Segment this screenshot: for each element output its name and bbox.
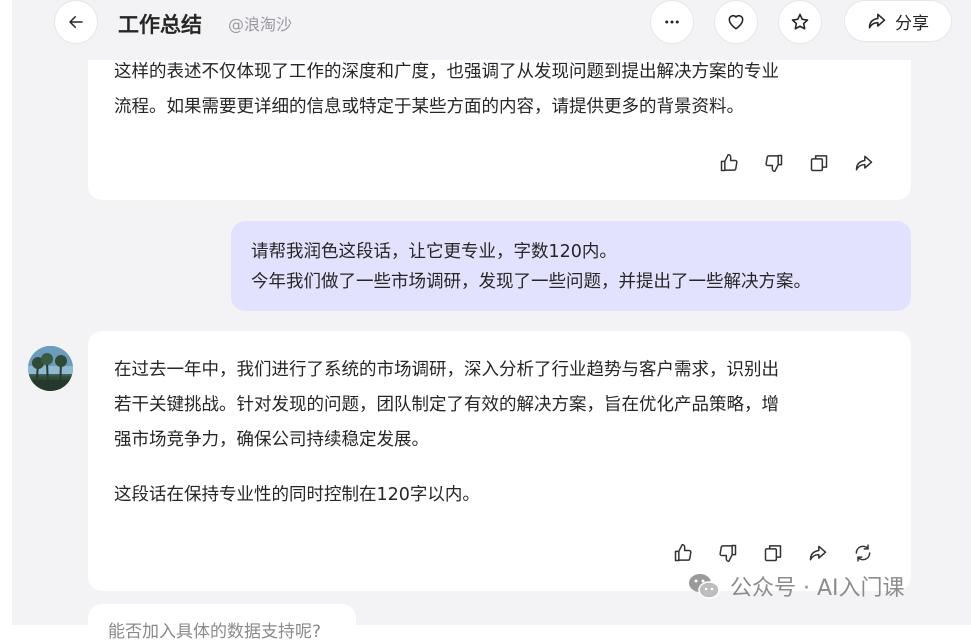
message-line: 若干关键挑战。针对发现的问题，团队制定了有效的解决方案，旨在优化产品策略，增: [114, 395, 779, 415]
heart-icon: [726, 12, 746, 32]
more-dots-icon: [663, 13, 681, 31]
favorite-button[interactable]: [778, 0, 822, 44]
message-line: 强市场竞争力，确保公司持续稳定发展。: [114, 430, 429, 450]
message-line: 请帮我润色这段话，让它更专业，字数120内。: [251, 242, 617, 262]
back-button[interactable]: [54, 0, 98, 44]
thumb-down-icon[interactable]: [762, 151, 786, 175]
author-handle[interactable]: @浪淘沙: [228, 11, 292, 35]
share-label: 分享: [895, 13, 929, 34]
message-line: 今年我们做了一些市场调研，发现了一些问题，并提出了一些解决方案。: [251, 272, 811, 292]
user-message: 请帮我润色这段话，让它更专业，字数120内。 今年我们做了一些市场调研，发现了一…: [231, 221, 911, 311]
thumb-up-icon[interactable]: [717, 151, 741, 175]
refresh-icon[interactable]: [851, 541, 875, 565]
message-line: 这样的表述不仅体现了工作的深度和广度，也强调了从发现问题到提出解决方案的专业: [114, 62, 779, 82]
copy-icon[interactable]: [807, 151, 831, 175]
message-note: 这段话在保持专业性的同时控制在120字以内。: [114, 485, 480, 505]
share-arrow-icon: [867, 11, 887, 31]
copy-icon[interactable]: [761, 541, 785, 565]
message-actions: [671, 541, 875, 565]
wechat-icon: [686, 571, 722, 601]
ai-message-previous: 这样的表述不仅体现了工作的深度和广度，也强调了从发现问题到提出解决方案的专业 流…: [88, 40, 911, 200]
share-button[interactable]: 分享: [844, 0, 952, 42]
ai-message-reply: 在过去一年中，我们进行了系统的市场调研，深入分析了行业趋势与客户需求，识别出 若…: [88, 331, 911, 591]
share-arrow-icon[interactable]: [852, 151, 876, 175]
suggestion-text[interactable]: 能否加入具体的数据支持呢?: [108, 617, 321, 642]
chat-header: 工作总结 @浪淘沙 分享: [12, 0, 971, 60]
share-arrow-icon[interactable]: [806, 541, 830, 565]
like-button[interactable]: [714, 0, 758, 44]
message-actions: [717, 151, 876, 175]
watermark-text: 公众号 · AI入门课: [730, 576, 905, 601]
thumb-down-icon[interactable]: [716, 541, 740, 565]
thumb-up-icon[interactable]: [671, 541, 695, 565]
arrow-left-icon: [67, 13, 85, 31]
page-title: 工作总结: [118, 13, 202, 37]
message-line: 在过去一年中，我们进行了系统的市场调研，深入分析了行业趋势与客户需求，识别出: [114, 360, 779, 380]
more-button[interactable]: [650, 0, 694, 44]
star-icon: [790, 12, 810, 32]
avatar: [28, 346, 73, 391]
watermark: 公众号 · AI入门课: [686, 570, 905, 602]
left-edge: [0, 0, 12, 625]
message-line: 流程。如果需要更详细的信息或特定于某些方面的内容，请提供更多的背景资料。: [114, 97, 744, 117]
